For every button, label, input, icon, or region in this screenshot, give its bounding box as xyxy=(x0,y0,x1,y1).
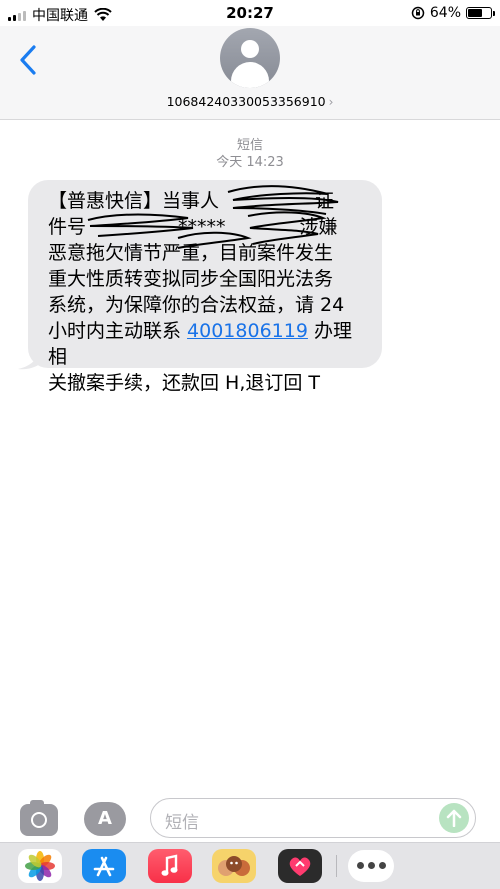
contact-avatar[interactable] xyxy=(220,28,280,88)
chevron-right-icon: › xyxy=(328,95,334,109)
orientation-lock-icon xyxy=(411,6,425,20)
app-drawer xyxy=(0,842,500,889)
avatar-head xyxy=(241,40,259,58)
message-input[interactable]: 短信 xyxy=(150,798,476,838)
message-line: 系统，为保障你的合法权益，请 24 xyxy=(48,294,345,316)
status-right: 64% xyxy=(411,5,495,21)
message-line: 【普惠快信】当事人证 xyxy=(48,190,335,212)
message-line: 恶意拖欠情节严重，目前案件发生 xyxy=(48,242,334,264)
sender-details-link[interactable]: 10684240330053356910 › xyxy=(0,94,500,109)
music-app-icon[interactable] xyxy=(148,849,192,883)
digital-touch-app-icon[interactable] xyxy=(278,849,322,883)
sender-number: 10684240330053356910 xyxy=(166,94,326,109)
photos-app-icon[interactable] xyxy=(18,849,62,883)
message-bubble[interactable]: 【普惠快信】当事人证 件号 ***** 涉嫌 恶意拖欠情节严重，目前案件发生 重大性… xyxy=(28,180,382,394)
status-bar: 中国联通 20:27 64% xyxy=(0,0,500,26)
drawer-divider xyxy=(336,855,337,877)
appstore-app-icon[interactable] xyxy=(82,849,126,883)
message-line: 小时内主动联系 4001806119 办理相 xyxy=(48,320,352,368)
battery-fill xyxy=(468,9,483,17)
message-timestamp: 今天 14:23 xyxy=(216,155,284,170)
message-line: 关撤案手续，还款回 H,退订回 T xyxy=(48,372,321,394)
send-button[interactable] xyxy=(439,803,469,833)
message-line: 件号 ***** 涉嫌 xyxy=(48,216,338,238)
battery-icon xyxy=(466,7,495,19)
conversation-header: 10684240330053356910 › xyxy=(0,26,500,120)
camera-icon[interactable] xyxy=(20,800,58,836)
arrow-up-icon xyxy=(446,809,462,827)
more-apps-icon[interactable] xyxy=(348,850,394,882)
back-icon[interactable] xyxy=(16,43,40,77)
battery-percent: 64% xyxy=(429,5,461,21)
avatar-body xyxy=(231,62,269,88)
memoji-app-icon[interactable] xyxy=(212,849,256,883)
message-input-placeholder: 短信 xyxy=(165,813,199,833)
message-line: 重大性质转变拟同步全国阳光法务 xyxy=(48,268,334,290)
app-store-icon[interactable]: A xyxy=(84,802,126,836)
phone-number-link[interactable]: 4001806119 xyxy=(187,320,308,342)
input-bar: A 短信 xyxy=(0,794,500,842)
